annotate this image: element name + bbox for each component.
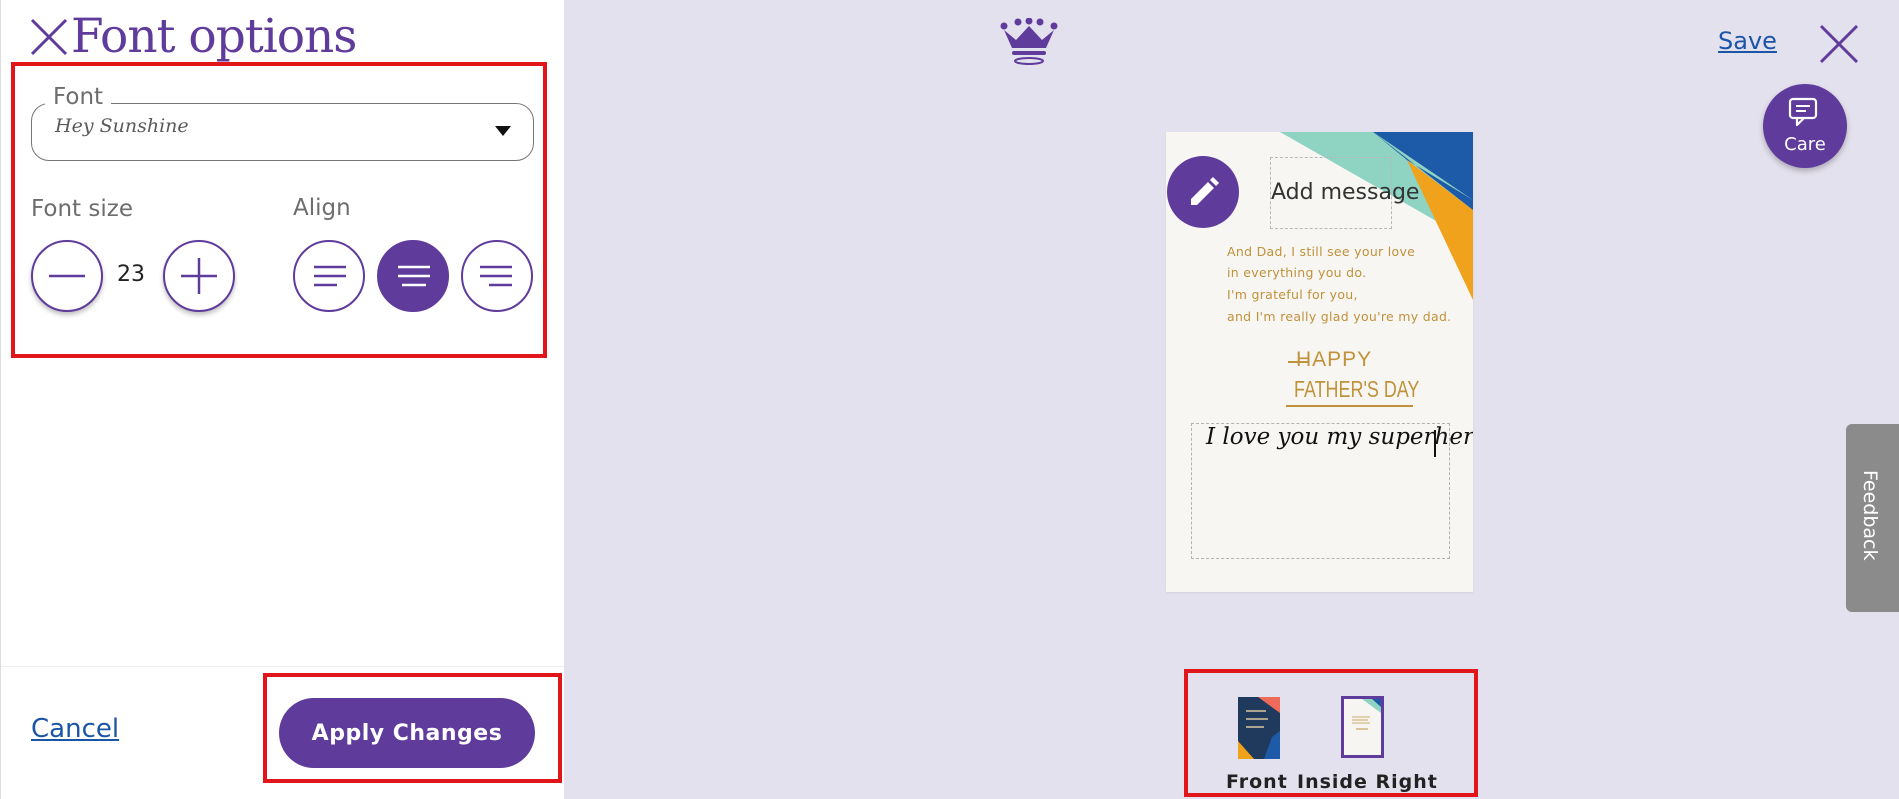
verse-line: and I'm really glad you're my dad. <box>1227 309 1452 324</box>
font-label: Font <box>45 84 112 110</box>
headline-line1: HAPPY <box>1296 348 1373 371</box>
minus-icon <box>49 274 85 278</box>
verse-line: And Dad, I still see your love <box>1227 244 1416 259</box>
user-message-text[interactable]: I love you my superhero <box>1206 424 1473 450</box>
footer-divider <box>1 666 564 667</box>
align-center-button[interactable] <box>377 240 449 312</box>
apply-changes-button[interactable]: Apply Changes <box>279 698 535 768</box>
align-left-icon <box>314 265 346 287</box>
font-size-label: Font size <box>31 196 133 222</box>
font-size-value: 23 <box>117 262 145 287</box>
thumbnail-front-label[interactable]: Front <box>1226 771 1288 793</box>
front-cover-art <box>1238 697 1280 759</box>
feedback-label: Feedback <box>1859 470 1881 561</box>
panel-title: Font options <box>71 9 357 64</box>
thumbnail-front[interactable] <box>1238 697 1280 759</box>
cancel-link[interactable]: Cancel <box>31 714 119 744</box>
chevron-down-icon[interactable] <box>495 126 511 136</box>
chat-icon <box>1788 97 1818 127</box>
feedback-tab[interactable]: Feedback <box>1846 424 1899 612</box>
headline-underline <box>1286 405 1413 407</box>
close-icon[interactable] <box>29 17 69 57</box>
inside-right-art <box>1352 699 1381 730</box>
verse-line: in everything you do. <box>1227 265 1367 280</box>
align-label: Align <box>293 195 351 221</box>
panel-header: Font options <box>29 8 357 66</box>
plus-icon <box>181 258 217 294</box>
pencil-icon <box>1191 177 1219 205</box>
save-link[interactable]: Save <box>1718 27 1777 55</box>
increase-font-size-button[interactable] <box>163 240 235 312</box>
add-message-label[interactable]: Add message <box>1271 180 1419 205</box>
verse-line: I'm grateful for you, <box>1227 287 1358 302</box>
decrease-font-size-button[interactable] <box>31 240 103 312</box>
font-options-panel: Font options Font Hey Sunshine Font size… <box>0 0 564 799</box>
thumbnail-inside-right[interactable] <box>1341 696 1384 758</box>
text-cursor <box>1434 430 1436 457</box>
care-chat-button[interactable]: Care <box>1763 84 1847 168</box>
align-right-icon <box>480 265 512 287</box>
align-right-button[interactable] <box>461 240 533 312</box>
font-select-value: Hey Sunshine <box>55 115 189 137</box>
align-left-button[interactable] <box>293 240 365 312</box>
align-center-icon <box>398 265 430 287</box>
headline-line2: FATHER'S DAY <box>1294 376 1420 402</box>
crown-icon[interactable] <box>1000 18 1058 66</box>
thumbnail-inside-right-label[interactable]: Inside Right <box>1297 771 1438 793</box>
edit-message-button[interactable] <box>1167 156 1239 228</box>
close-editor-icon[interactable] <box>1818 23 1860 65</box>
care-label: Care <box>1784 134 1826 155</box>
